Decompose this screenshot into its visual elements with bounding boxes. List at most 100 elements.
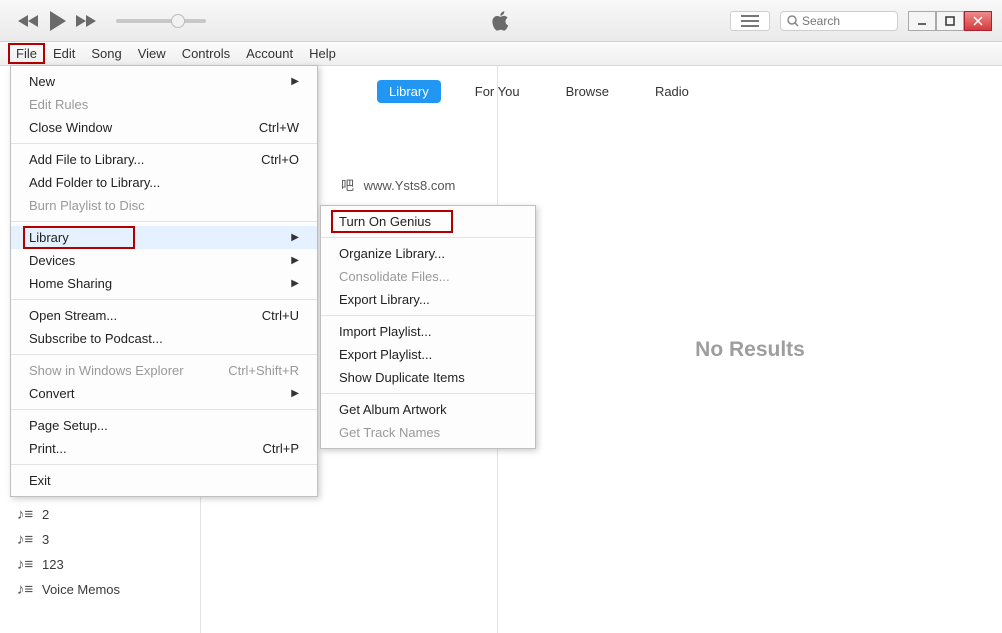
file-subscribe-podcast[interactable]: Subscribe to Podcast...: [11, 327, 317, 350]
library-submenu: Turn On Genius Organize Library... Conso…: [320, 205, 536, 449]
maximize-button[interactable]: [936, 11, 964, 31]
menu-label: Get Track Names: [339, 425, 440, 440]
menu-file[interactable]: File: [8, 43, 45, 64]
menu-help[interactable]: Help: [301, 43, 344, 64]
menu-label: Page Setup...: [29, 418, 108, 433]
menu-label: Open Stream...: [29, 308, 117, 323]
file-edit-rules: Edit Rules: [11, 93, 317, 116]
volume-track[interactable]: [116, 19, 206, 23]
menu-separator: [11, 221, 317, 222]
window-buttons: [908, 11, 992, 31]
minimize-button[interactable]: [908, 11, 936, 31]
list-view-button[interactable]: [730, 11, 770, 31]
sidebar-item-label: 3: [42, 532, 49, 547]
menu-controls[interactable]: Controls: [174, 43, 238, 64]
submenu-arrow-icon: ▶: [291, 76, 299, 87]
menu-label: Get Album Artwork: [339, 402, 447, 417]
file-exit[interactable]: Exit: [11, 469, 317, 492]
url-text: www.Ysts8.com: [364, 178, 456, 193]
next-track-icon[interactable]: [74, 13, 96, 29]
menu-separator: [321, 315, 535, 316]
file-page-setup[interactable]: Page Setup...: [11, 414, 317, 437]
library-get-track-names: Get Track Names: [321, 421, 535, 444]
volume-knob[interactable]: [171, 14, 185, 28]
menu-label: Edit Rules: [29, 97, 88, 112]
menu-label: Subscribe to Podcast...: [29, 331, 163, 346]
file-print[interactable]: Print... Ctrl+P: [11, 437, 317, 460]
file-convert[interactable]: Convert ▶: [11, 382, 317, 405]
play-icon[interactable]: [48, 11, 66, 31]
library-consolidate: Consolidate Files...: [321, 265, 535, 288]
file-open-stream[interactable]: Open Stream... Ctrl+U: [11, 304, 317, 327]
menu-label: Turn On Genius: [339, 214, 431, 229]
menu-label: Burn Playlist to Disc: [29, 198, 145, 213]
file-burn: Burn Playlist to Disc: [11, 194, 317, 217]
url-prefix: 吧: [341, 178, 354, 193]
library-export-playlist[interactable]: Export Playlist...: [321, 343, 535, 366]
menu-account[interactable]: Account: [238, 43, 301, 64]
menu-label: Close Window: [29, 120, 112, 135]
library-import-playlist[interactable]: Import Playlist...: [321, 320, 535, 343]
submenu-arrow-icon: ▶: [291, 255, 299, 266]
toolbar-right: [730, 11, 1002, 31]
menu-label: Show Duplicate Items: [339, 370, 465, 385]
menu-label: Add File to Library...: [29, 152, 144, 167]
library-export-library[interactable]: Export Library...: [321, 288, 535, 311]
sidebar-playlist-2[interactable]: ♪≡ 2: [16, 502, 200, 527]
playlist-icon: ♪≡: [16, 581, 34, 598]
apple-logo-icon: [492, 11, 510, 31]
sidebar-voice-memos[interactable]: ♪≡ Voice Memos: [16, 577, 200, 602]
menu-view[interactable]: View: [130, 43, 174, 64]
library-get-artwork[interactable]: Get Album Artwork: [321, 398, 535, 421]
menu-label: Print...: [29, 441, 67, 456]
submenu-arrow-icon: ▶: [291, 232, 299, 243]
file-close-window[interactable]: Close Window Ctrl+W: [11, 116, 317, 139]
file-new[interactable]: New ▶: [11, 70, 317, 93]
close-button[interactable]: [964, 11, 992, 31]
library-show-duplicates[interactable]: Show Duplicate Items: [321, 366, 535, 389]
menu-edit[interactable]: Edit: [45, 43, 83, 64]
menu-label: New: [29, 74, 55, 89]
menu-shortcut: Ctrl+P: [263, 441, 299, 456]
menu-separator: [321, 393, 535, 394]
menu-label: Export Library...: [339, 292, 430, 307]
submenu-arrow-icon: ▶: [291, 278, 299, 289]
playback-controls: [0, 11, 96, 31]
file-menu-dropdown: New ▶ Edit Rules Close Window Ctrl+W Add…: [10, 65, 318, 497]
playlist-icon: ♪≡: [16, 556, 34, 573]
menu-separator: [321, 237, 535, 238]
menu-label: Exit: [29, 473, 51, 488]
library-turn-on-genius[interactable]: Turn On Genius: [321, 210, 535, 233]
menu-song[interactable]: Song: [83, 43, 129, 64]
sidebar-playlist-123[interactable]: ♪≡ 123: [16, 552, 200, 577]
no-results-label: No Results: [497, 66, 1002, 633]
menu-shortcut: Ctrl+U: [262, 308, 299, 323]
menu-label: Export Playlist...: [339, 347, 432, 362]
menu-separator: [11, 354, 317, 355]
menu-separator: [11, 299, 317, 300]
volume-slider[interactable]: [116, 19, 206, 23]
file-add-folder[interactable]: Add Folder to Library...: [11, 171, 317, 194]
file-add-file[interactable]: Add File to Library... Ctrl+O: [11, 148, 317, 171]
sidebar-playlist-3[interactable]: ♪≡ 3: [16, 527, 200, 552]
search-icon: [787, 15, 799, 27]
file-devices[interactable]: Devices ▶: [11, 249, 317, 272]
menu-separator: [11, 464, 317, 465]
menu-label: Show in Windows Explorer: [29, 363, 184, 378]
menu-label: Consolidate Files...: [339, 269, 450, 284]
file-library[interactable]: Library ▶: [11, 226, 317, 249]
menu-separator: [11, 409, 317, 410]
search-input[interactable]: [802, 14, 882, 28]
tab-library[interactable]: Library: [377, 80, 441, 103]
menu-shortcut: Ctrl+Shift+R: [228, 363, 299, 378]
sidebar-item-label: 123: [42, 557, 64, 572]
prev-track-icon[interactable]: [18, 13, 40, 29]
menu-label: Library: [29, 230, 69, 245]
search-field[interactable]: [780, 11, 898, 31]
library-organize[interactable]: Organize Library...: [321, 242, 535, 265]
file-home-sharing[interactable]: Home Sharing ▶: [11, 272, 317, 295]
menu-label: Add Folder to Library...: [29, 175, 160, 190]
playlist-icon: ♪≡: [16, 506, 34, 523]
menu-separator: [11, 143, 317, 144]
menu-label: Import Playlist...: [339, 324, 431, 339]
